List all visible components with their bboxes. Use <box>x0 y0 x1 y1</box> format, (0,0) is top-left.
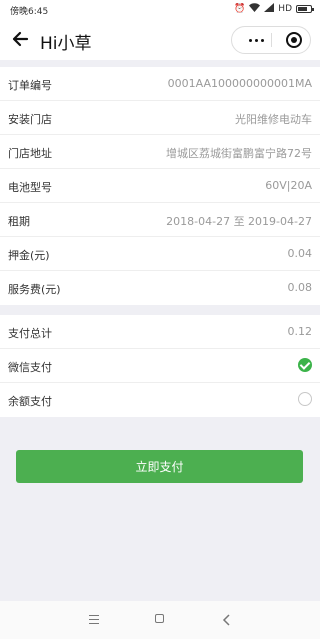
miniprogram-capsule <box>231 26 311 54</box>
payment-total-row: 支付总计 0.12 <box>0 315 320 349</box>
order-row-value: 光阳维修电动车 <box>235 113 312 126</box>
order-row-value: 60V|20A <box>265 179 312 192</box>
wifi-icon <box>249 3 261 15</box>
back-chevron-icon[interactable] <box>222 614 232 626</box>
order-row: 押金(元) 0.04 <box>0 237 320 271</box>
payment-section: 支付总计 0.12 微信支付 余额支付 <box>0 315 320 417</box>
balance-pay-option[interactable]: 余额支付 <box>0 383 320 417</box>
order-details: 订单编号 0001AA100000000001MA 安装门店 光阳维修电动车 门… <box>0 67 320 305</box>
status-bar: 傍晚6:45 ⏰ HD <box>0 0 320 20</box>
order-row-value: 0001AA100000000001MA <box>167 77 312 90</box>
close-miniprogram-icon[interactable] <box>286 32 302 48</box>
order-row-value: 增城区荔城街富鹏富宁路72号 <box>166 147 312 160</box>
check-circle-icon[interactable] <box>298 358 312 372</box>
status-time: 傍晚6:45 <box>10 7 49 17</box>
balance-pay-label: 余额支付 <box>8 395 52 408</box>
pay-now-button[interactable]: 立即支付 <box>16 450 303 483</box>
radio-unchecked-icon[interactable] <box>298 392 312 406</box>
order-row-value: 0.04 <box>287 247 313 260</box>
back-arrow-icon[interactable] <box>9 28 31 50</box>
payment-total-value: 0.12 <box>287 325 313 338</box>
order-row-label: 门店地址 <box>8 147 52 160</box>
android-nav-bar <box>0 601 320 639</box>
order-row-label: 订单编号 <box>8 79 52 92</box>
menu-icon[interactable] <box>89 615 99 627</box>
payment-total-label: 支付总计 <box>8 327 52 340</box>
more-icon[interactable] <box>242 27 270 53</box>
order-row-label: 服务费(元) <box>8 283 61 296</box>
order-row-value: 2018-04-27 至 2019-04-27 <box>166 215 312 228</box>
network-type: HD <box>278 4 292 14</box>
home-icon[interactable] <box>155 614 164 623</box>
order-row-label: 押金(元) <box>8 249 50 262</box>
nav-bar: Hi小草 <box>0 20 320 60</box>
order-row: 安装门店 光阳维修电动车 <box>0 101 320 135</box>
order-row-label: 电池型号 <box>8 181 52 194</box>
page-title: Hi小草 <box>40 34 92 54</box>
wechat-pay-option[interactable]: 微信支付 <box>0 349 320 383</box>
order-row: 电池型号 60V|20A <box>0 169 320 203</box>
status-icons: ⏰ HD <box>234 3 314 15</box>
order-row: 门店地址 增城区荔城街富鹏富宁路72号 <box>0 135 320 169</box>
order-row: 服务费(元) 0.08 <box>0 271 320 305</box>
alarm-icon: ⏰ <box>234 4 246 14</box>
battery-icon <box>296 5 314 13</box>
capsule-divider <box>271 33 272 47</box>
signal-icon <box>264 3 275 15</box>
order-row-label: 安装门店 <box>8 113 52 126</box>
order-row: 订单编号 0001AA100000000001MA <box>0 67 320 101</box>
order-row: 租期 2018-04-27 至 2019-04-27 <box>0 203 320 237</box>
order-row-value: 0.08 <box>287 281 313 294</box>
wechat-pay-label: 微信支付 <box>8 361 52 374</box>
order-row-label: 租期 <box>8 215 30 228</box>
